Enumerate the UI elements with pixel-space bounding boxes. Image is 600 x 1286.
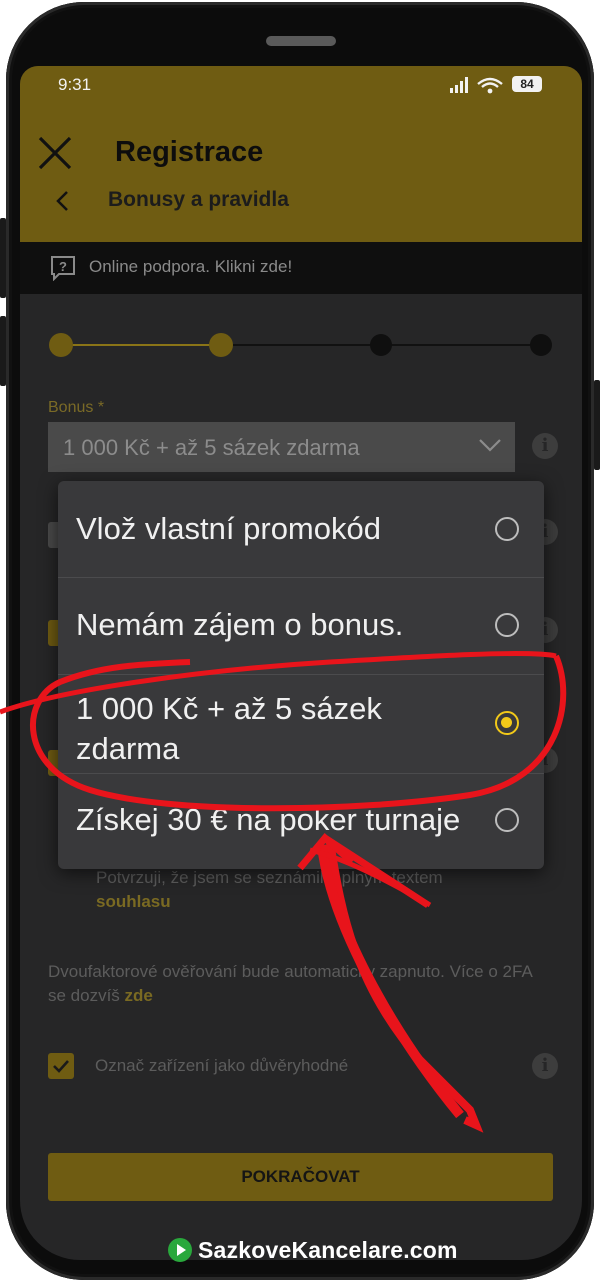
continue-button[interactable]: POKRAČOVAT bbox=[48, 1153, 553, 1201]
support-bar[interactable]: ? Online podpora. Klikni zde! bbox=[20, 242, 582, 294]
bonus-label: Bonus * bbox=[48, 399, 105, 416]
speaker-grille bbox=[266, 36, 336, 46]
info-icon[interactable]: i bbox=[532, 433, 558, 459]
chevron-down-icon bbox=[479, 439, 501, 452]
step-2 bbox=[209, 333, 233, 357]
battery-icon: 84 bbox=[512, 76, 542, 92]
step-4 bbox=[530, 334, 552, 356]
support-link[interactable]: Online podpora. Klikni zde! bbox=[89, 257, 292, 277]
radio-button[interactable] bbox=[495, 808, 519, 832]
dropdown-option[interactable]: Vlož vlastní promokód bbox=[58, 481, 544, 577]
step-1 bbox=[49, 333, 73, 357]
dropdown-option-selected[interactable]: 1 000 Kč + až 5 sázek zdarma bbox=[58, 675, 544, 773]
consent-text: Potvrzuji, že jsem se seznámil s plným t… bbox=[96, 866, 526, 914]
option-label: Nemám zájem o bonus. bbox=[76, 607, 404, 642]
step-3 bbox=[370, 334, 392, 356]
status-time: 9:31 bbox=[58, 75, 92, 94]
app-header: 9:31 84 Registrace Bonusy a pravidla bbox=[20, 66, 582, 242]
watermark: SazkoveKancelare.com bbox=[168, 1237, 458, 1267]
volume-button-2 bbox=[0, 316, 6, 386]
dropdown-option[interactable]: Nemám zájem o bonus. bbox=[58, 578, 544, 674]
power-button bbox=[594, 380, 600, 470]
page-title: Registrace bbox=[115, 136, 264, 168]
twofa-sentence: Dvoufaktorové ověřování bude automaticky… bbox=[48, 962, 532, 1005]
progress-stepper bbox=[49, 333, 552, 357]
page-subtitle: Bonusy a pravidla bbox=[108, 188, 289, 211]
screen: 9:31 84 Registrace Bonusy a pravidla ? O… bbox=[20, 66, 582, 1260]
svg-text:?: ? bbox=[59, 259, 67, 274]
chat-help-icon: ? bbox=[51, 256, 75, 281]
volume-button bbox=[0, 218, 6, 298]
radio-button-selected[interactable] bbox=[495, 711, 519, 735]
option-label: Vlož vlastní promokód bbox=[76, 511, 381, 546]
consent-link[interactable]: souhlasu bbox=[96, 892, 171, 911]
option-label: Získej 30 € na poker turnaje bbox=[76, 802, 461, 837]
back-arrow-icon[interactable] bbox=[50, 188, 76, 214]
trusted-device-label: Označ zařízení jako důvěryhodné bbox=[95, 1056, 349, 1075]
radio-button[interactable] bbox=[495, 517, 519, 541]
consent-sentence: Potvrzuji, že jsem se seznámil s plným t… bbox=[96, 868, 443, 887]
close-icon[interactable] bbox=[34, 132, 78, 176]
bonus-select[interactable]: 1 000 Kč + až 5 sázek zdarma bbox=[48, 422, 515, 472]
dropdown-option[interactable]: Získej 30 € na poker turnaje bbox=[58, 774, 544, 869]
watermark-text: SazkoveKancelare.com bbox=[198, 1237, 458, 1263]
play-logo-icon bbox=[168, 1238, 192, 1262]
twofa-text: Dvoufaktorové ověřování bude automaticky… bbox=[48, 960, 538, 1008]
bonus-select-value: 1 000 Kč + až 5 sázek zdarma bbox=[63, 435, 360, 460]
signal-wifi-icon bbox=[450, 77, 503, 94]
radio-button[interactable] bbox=[495, 613, 519, 637]
twofa-link[interactable]: zde bbox=[125, 986, 153, 1005]
info-icon[interactable]: i bbox=[532, 1053, 558, 1079]
option-label: 1 000 Kč + až 5 sázek zdarma bbox=[76, 691, 382, 766]
bonus-dropdown-menu: Vlož vlastní promokód Nemám zájem o bonu… bbox=[58, 481, 544, 869]
status-bar: 9:31 84 bbox=[20, 66, 582, 100]
trusted-device-checkbox[interactable] bbox=[48, 1053, 74, 1079]
checkmark-icon bbox=[53, 1060, 69, 1073]
